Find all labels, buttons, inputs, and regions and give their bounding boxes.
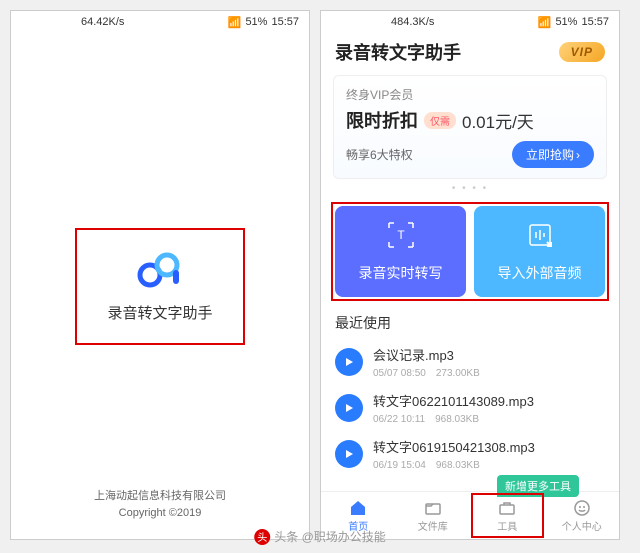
- text-frame-icon: T: [335, 220, 466, 255]
- watermark: 头 头条 @职场办公技能: [254, 528, 386, 545]
- toolbox-icon: [498, 499, 516, 517]
- status-bar: 484.3K/s 📶 51% 15:57: [321, 11, 619, 33]
- company-text: 上海动起信息科技有限公司: [94, 488, 226, 505]
- import-label: 导入外部音频: [474, 263, 605, 283]
- svg-text:T: T: [397, 228, 405, 242]
- vip-badge[interactable]: VIP: [559, 42, 605, 62]
- status-icons: 📶: [538, 16, 552, 29]
- record-label: 录音实时转写: [335, 263, 466, 283]
- list-item[interactable]: 转文字0622101143089.mp306/22 10:11 968.03KB: [335, 385, 605, 431]
- splash-body: 录音转文字助手 上海动起信息科技有限公司 Copyright ©2019: [11, 33, 309, 539]
- folder-icon: [424, 499, 442, 517]
- play-icon[interactable]: [335, 394, 363, 422]
- vip-only-tag: 仅需: [424, 112, 456, 129]
- record-transcribe-button[interactable]: T 录音实时转写: [335, 206, 466, 297]
- splash-title: 录音转文字助手: [107, 302, 212, 323]
- copyright-text: Copyright ©2019: [94, 505, 226, 522]
- actions-highlight: T 录音实时转写 导入外部音频: [331, 202, 609, 301]
- buy-now-button[interactable]: 立即抢购 ›: [512, 141, 594, 168]
- list-item[interactable]: 转文字0619150421308.mp306/19 15:04 968.03KB: [335, 431, 605, 477]
- recent-section: 最近使用 会议记录.mp305/07 08:50 273.00KB 转文字062…: [321, 305, 619, 491]
- vip-discount: 限时折扣: [346, 107, 418, 133]
- pager-dots: • • • •: [321, 179, 619, 198]
- page-title: 录音转文字助手: [335, 39, 461, 65]
- vip-member-label: 终身VIP会员: [346, 86, 594, 103]
- battery: 51%: [245, 16, 267, 28]
- audio-import-icon: [474, 220, 605, 255]
- app-header: 录音转文字助手 VIP: [321, 33, 619, 75]
- status-icons: 📶: [228, 16, 242, 29]
- tab-files[interactable]: 文件库: [396, 492, 471, 539]
- vip-bottom-row: 畅享6大特权 立即抢购 ›: [346, 141, 594, 168]
- vip-price: 0.01元/天: [462, 108, 534, 133]
- app-logo-icon: [135, 250, 185, 290]
- play-icon[interactable]: [335, 440, 363, 468]
- import-audio-button[interactable]: 导入外部音频: [474, 206, 605, 297]
- time: 15:57: [271, 16, 299, 28]
- splash-highlight: 录音转文字助手: [75, 228, 244, 345]
- net-speed: 484.3K/s: [391, 16, 434, 28]
- status-bar: 64.42K/s 📶 51% 15:57: [11, 11, 309, 33]
- net-speed: 64.42K/s: [81, 16, 124, 28]
- chevron-right-icon: ›: [576, 148, 580, 162]
- vip-card[interactable]: 终身VIP会员 限时折扣 仅需 0.01元/天 畅享6大特权 立即抢购 ›: [333, 75, 607, 179]
- list-item[interactable]: 会议记录.mp305/07 08:50 273.00KB: [335, 339, 605, 385]
- tab-tools[interactable]: 工具: [470, 492, 545, 539]
- time: 15:57: [581, 16, 609, 28]
- main-body: 录音转文字助手 VIP 终身VIP会员 限时折扣 仅需 0.01元/天 畅享6大…: [321, 33, 619, 539]
- tab-profile[interactable]: 个人中心: [545, 492, 620, 539]
- vip-perks: 畅享6大特权: [346, 146, 413, 163]
- battery: 51%: [555, 16, 577, 28]
- profile-icon: [573, 499, 591, 517]
- splash-footer: 上海动起信息科技有限公司 Copyright ©2019: [94, 488, 226, 521]
- home-icon: [349, 499, 367, 517]
- play-icon[interactable]: [335, 348, 363, 376]
- vip-price-row: 限时折扣 仅需 0.01元/天: [346, 107, 594, 133]
- phone-main: 484.3K/s 📶 51% 15:57 录音转文字助手 VIP 终身VIP会员…: [320, 10, 620, 540]
- phone-splash: 64.42K/s 📶 51% 15:57 录音转文字助手 上海动起信息科技有限公…: [10, 10, 310, 540]
- toutiao-icon: 头: [254, 529, 270, 545]
- recent-title: 最近使用: [335, 313, 605, 333]
